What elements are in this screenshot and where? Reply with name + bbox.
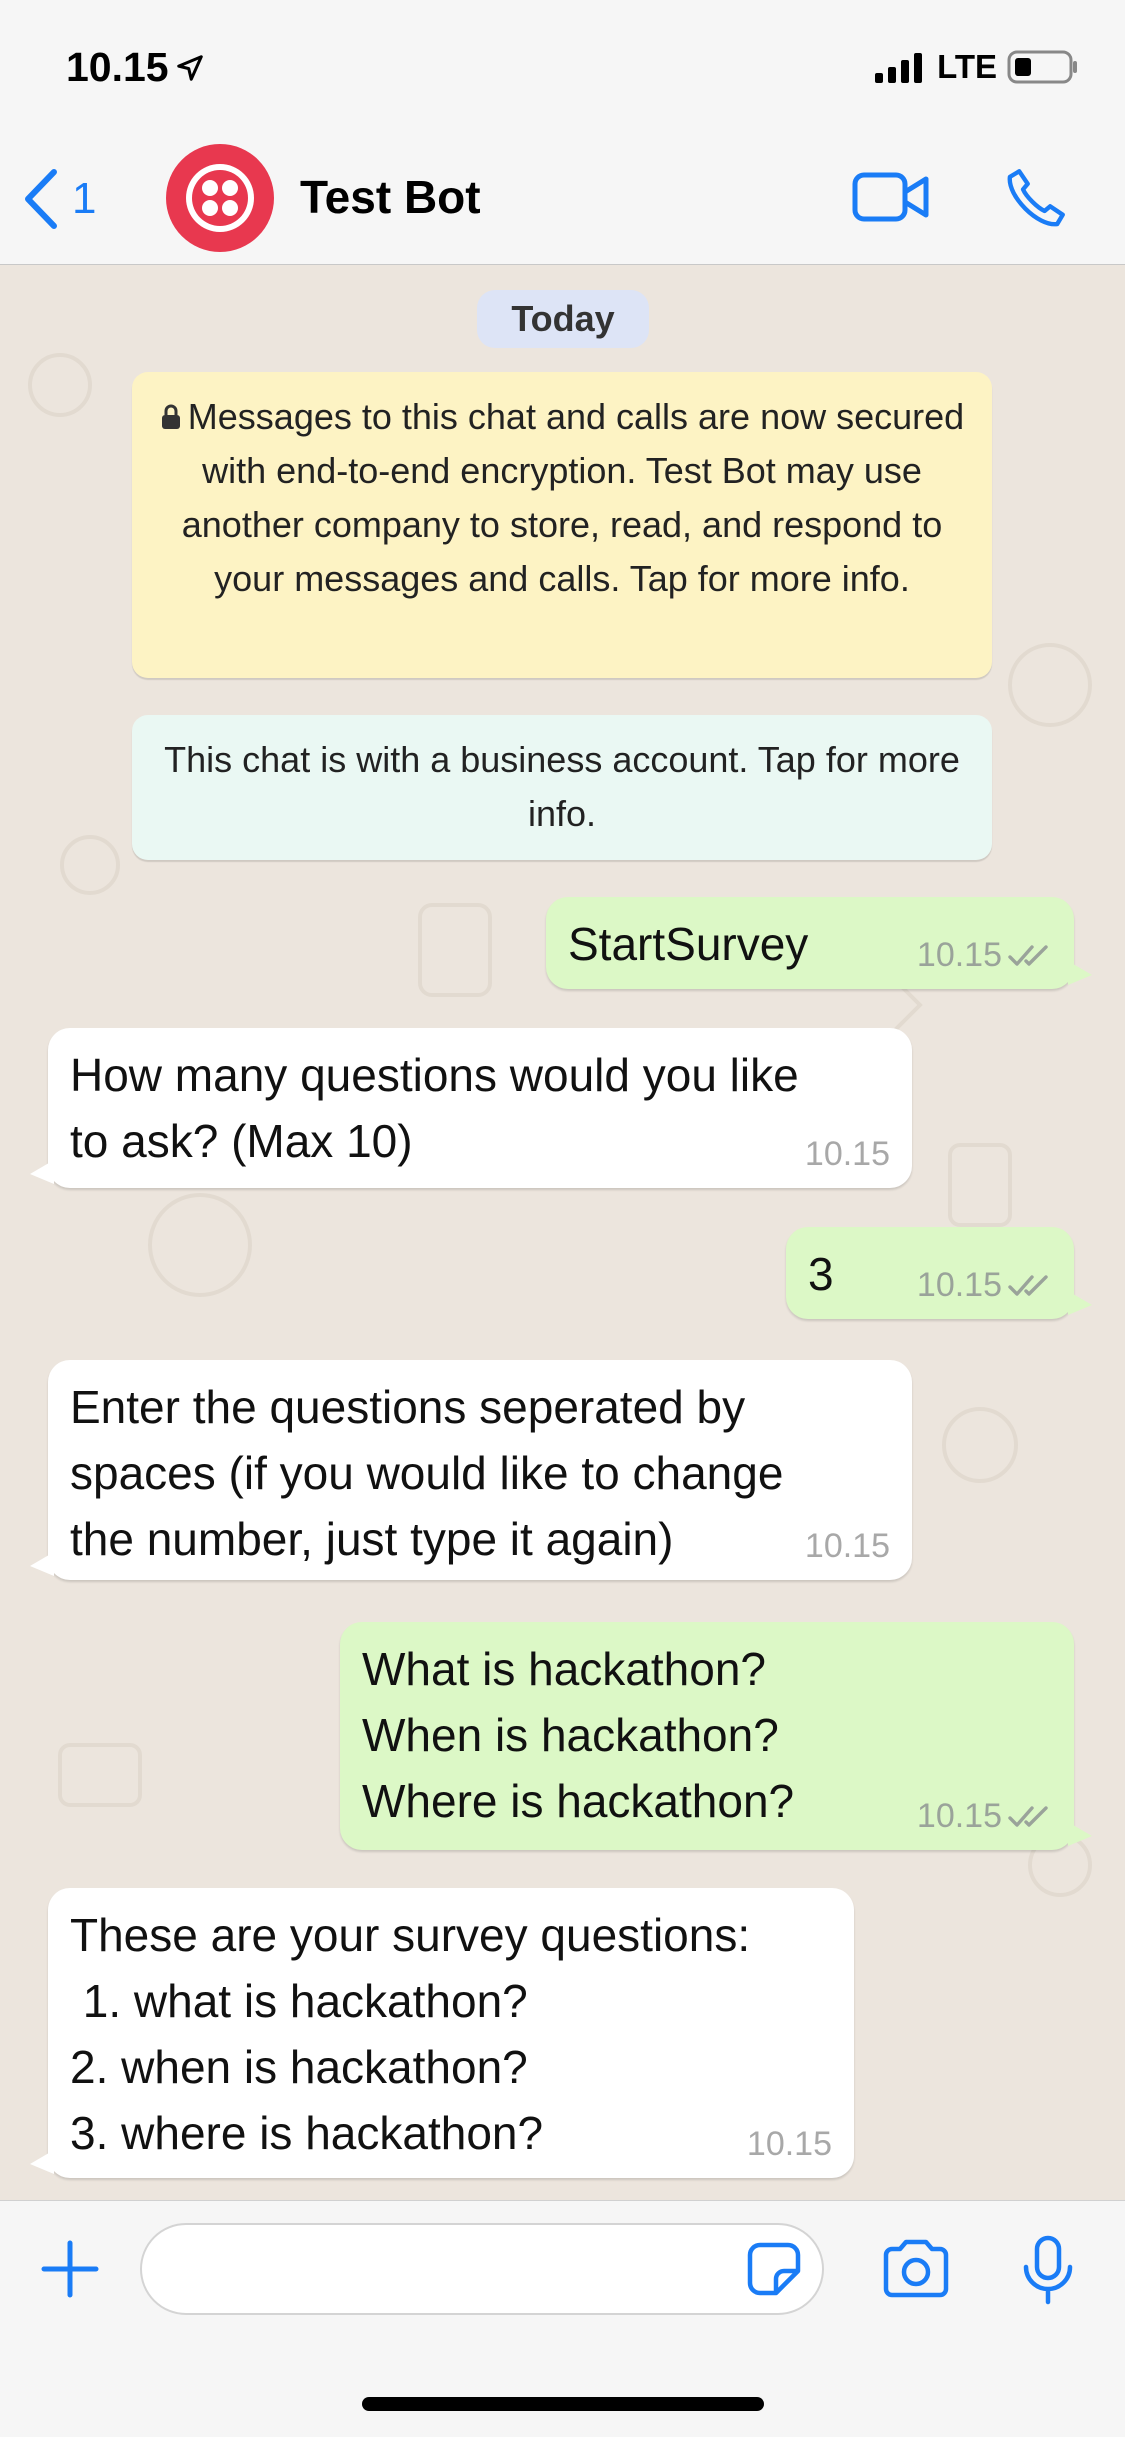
message-bubble-incoming[interactable]: How many questions would you like to ask… [30,1028,912,1188]
chat-header: 1 Test Bot [0,130,1125,265]
message-bubble-outgoing[interactable]: 3 10.15 [786,1227,1092,1319]
phone-call-icon [1007,169,1065,227]
message-time: 10.15 [916,936,1002,974]
message-time: 10.15 [916,1266,1002,1304]
message-meta: 10.15 [805,1135,890,1174]
bubble-tail [30,1160,54,1184]
message-meta: 10.15 [917,936,1052,975]
message-meta: 10.15 [917,1797,1052,1836]
message-meta: 10.15 [747,2125,832,2164]
bubble-tail [1068,1291,1092,1315]
message-time: 10.15 [804,1135,890,1173]
back-chevron-icon [25,169,57,229]
status-time-label: 10.15 [66,44,169,90]
business-notice-text: This chat is with a business account. Ta… [164,739,960,834]
message-meta: 10.15 [917,1266,1052,1305]
message-bubble-outgoing[interactable]: StartSurvey 10.15 [546,897,1092,989]
location-arrow-icon [176,54,203,81]
business-account-notice[interactable]: This chat is with a business account. Ta… [132,715,992,860]
battery-icon [1007,50,1077,84]
video-call-icon [852,172,929,222]
contact-name[interactable]: Test Bot [300,170,481,224]
message-text: What is hackathon? When is hackathon? Wh… [362,1643,795,1827]
message-bubble-incoming[interactable]: Enter the questions seperated by spaces … [30,1360,912,1580]
message-time: 10.15 [746,2125,832,2163]
back-button[interactable]: 1 [22,168,96,230]
bubble-tail [1068,1822,1092,1846]
double-check-icon [1008,1274,1048,1296]
sticker-button[interactable] [746,2241,802,2302]
message-time: 10.15 [916,1797,1002,1835]
unread-count: 1 [72,174,97,223]
bubble-tail [1068,961,1092,985]
avatar[interactable] [166,144,274,252]
status-time: 10.15 [66,44,205,91]
sticker-icon [747,2242,801,2296]
message-time: 10.15 [804,1527,890,1565]
carrier-label: LTE [937,48,997,85]
chat-area[interactable]: Today Messages to this chat and calls ar… [0,265,1125,2200]
message-text: How many questions would you like to ask… [70,1049,799,1167]
twilio-logo-icon [186,164,254,232]
microphone-icon [1023,2235,1073,2305]
status-bar: 10.15 LTE [0,0,1125,130]
status-right: LTE [875,48,1079,86]
message-bubble-incoming[interactable]: These are your survey questions: 1. what… [30,1888,854,2178]
signal-bars-icon [875,53,923,83]
double-check-icon [1008,944,1048,966]
message-text: StartSurvey [568,918,809,970]
date-divider: Today [477,290,649,348]
home-indicator[interactable] [362,2397,764,2411]
message-text: Enter the questions seperated by spaces … [70,1381,784,1565]
message-bubble-outgoing[interactable]: What is hackathon? When is hackathon? Wh… [340,1622,1092,1850]
camera-button[interactable] [880,2239,952,2304]
bubble-tail [30,1552,54,1576]
plus-icon [41,2240,99,2298]
encryption-notice[interactable]: Messages to this chat and calls are now … [132,372,992,678]
attach-button[interactable] [40,2239,100,2304]
message-meta: 10.15 [805,1527,890,1566]
camera-icon [883,2239,949,2298]
bubble-tail [30,2150,54,2174]
video-call-button[interactable] [852,166,930,233]
voice-record-button[interactable] [1020,2235,1076,2310]
message-text: These are your survey questions: 1. what… [70,1909,751,2159]
double-check-icon [1008,1805,1048,1827]
phone-call-button[interactable] [1000,164,1070,239]
message-input[interactable] [140,2223,824,2315]
message-text: 3 [808,1248,834,1300]
lock-icon [161,404,180,429]
encryption-notice-text: Messages to this chat and calls are now … [181,396,965,599]
